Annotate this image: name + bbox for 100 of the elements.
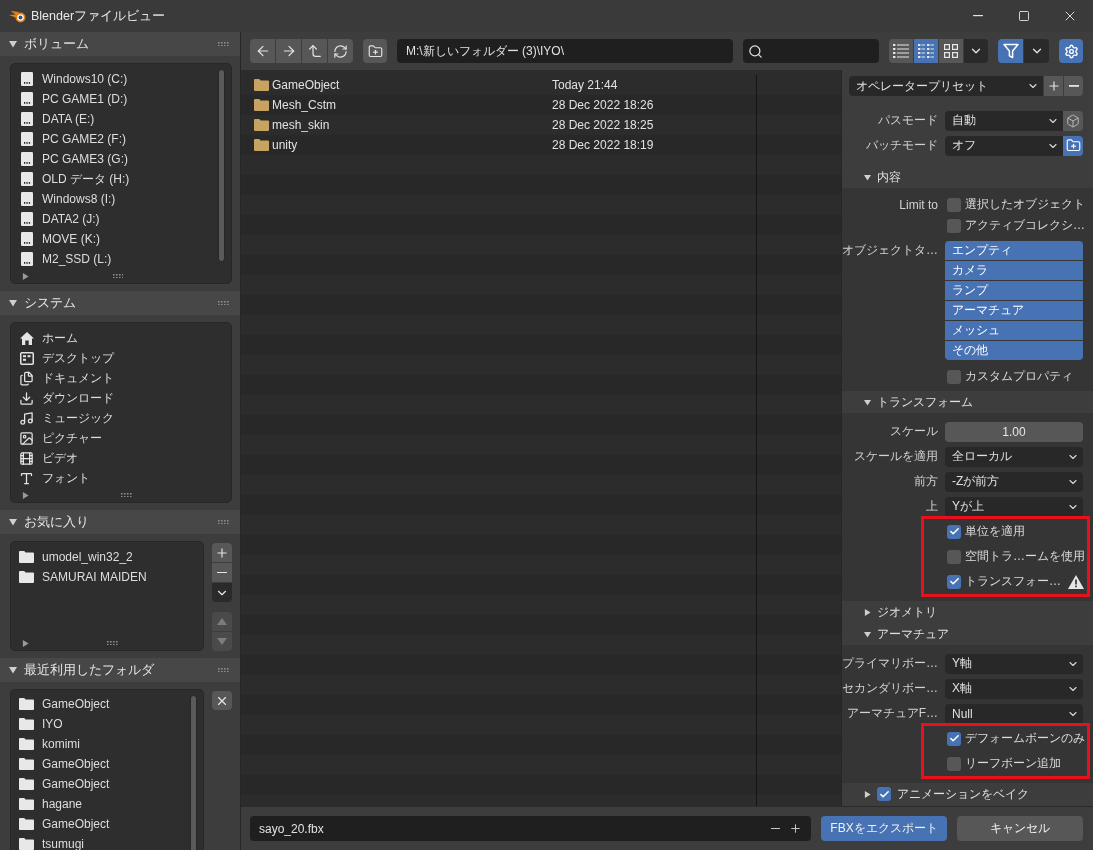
clear-button[interactable] [212,691,232,710]
checkbox[interactable] [947,549,961,564]
remove-preset-button[interactable] [1064,76,1083,96]
section-header[interactable]: 最近利用したフォルダ [0,658,240,682]
plus-icon[interactable] [789,822,802,835]
refresh-button[interactable] [328,39,353,63]
volume-name[interactable]: Windows8 (I:) [42,192,116,206]
dropdown[interactable]: Y軸 [945,653,1083,674]
checkbox-label[interactable]: 空間トラ…ームを使用 [965,548,1085,565]
view-mode-button[interactable] [889,39,913,63]
disclosure-triangle-icon[interactable] [9,299,17,307]
forward-button[interactable] [276,39,301,63]
file-name[interactable]: Mesh_Cstm [272,98,552,112]
new-folder-button[interactable] [363,39,387,63]
dropdown[interactable]: 自動 [945,110,1063,131]
parent-folder-button[interactable] [302,39,327,63]
grip-icon[interactable] [218,300,229,306]
dropdown[interactable]: 全ローカル [945,446,1083,467]
scrollbar[interactable] [218,69,225,262]
place-name[interactable]: ビデオ [42,449,78,467]
bookmark-name[interactable]: umodel_win32_2 [42,550,133,564]
number-field[interactable]: 1.00 [945,421,1083,442]
disclosure-triangle-icon[interactable] [864,398,871,406]
view-mode-button[interactable] [914,39,938,63]
volume-name[interactable]: OLD データ (H:) [42,170,130,188]
checkbox[interactable] [947,731,961,746]
disclosure-triangle-icon[interactable] [864,630,871,638]
settings-button[interactable] [1059,39,1083,63]
recent-folder-name[interactable]: GameObject [42,697,110,711]
disclosure-triangle-icon[interactable] [864,790,871,798]
place-name[interactable]: ミュージック [42,409,114,427]
grip-icon[interactable] [121,492,132,498]
add-button[interactable] [212,543,232,562]
checkbox-label[interactable]: カスタムプロパティ [965,368,1073,385]
checkbox-label[interactable]: デフォームボーンのみ [965,730,1085,747]
volume-name[interactable]: PC GAME2 (F:) [42,132,126,146]
disclosure-triangle-icon[interactable] [22,272,29,280]
grip-icon[interactable] [218,519,229,525]
object-type-toggle[interactable]: メッシュ [945,321,1083,340]
disclosure-triangle-icon[interactable] [9,40,17,48]
path-field[interactable]: M:\新しいフォルダー (3)\IYO\ [397,39,733,63]
checkbox-label[interactable]: トランスフォー… [965,573,1061,590]
volume-name[interactable]: DATA2 (J:) [42,212,100,226]
checkbox-label[interactable]: 単位を適用 [965,523,1025,540]
dropdown[interactable]: Yが上 [945,496,1083,517]
remove-button[interactable] [212,563,232,582]
minus-icon[interactable] [771,827,780,830]
disclosure-triangle-icon[interactable] [9,518,17,526]
file-name[interactable]: mesh_skin [272,118,552,132]
place-name[interactable]: デスクトップ [42,349,114,367]
filename-field[interactable]: sayo_20.fbx [250,816,811,841]
grip-icon[interactable] [218,667,229,673]
checkbox[interactable] [947,369,961,384]
checkbox[interactable] [947,574,961,589]
dropdown-button[interactable] [964,39,988,63]
back-button[interactable] [250,39,275,63]
place-name[interactable]: フォント [42,469,90,487]
grip-icon[interactable] [112,273,124,279]
volume-name[interactable]: DATA (E:) [42,112,95,126]
checkbox[interactable] [947,218,961,233]
volume-name[interactable]: Windows10 (C:) [42,72,128,86]
dropdown[interactable]: オフ [945,135,1063,156]
volume-name[interactable]: M2_SSD (L:) [42,252,112,266]
disclosure-triangle-icon[interactable] [864,173,871,181]
object-type-toggle[interactable]: カメラ [945,261,1083,280]
recent-folder-name[interactable]: GameObject [42,757,110,771]
checkbox[interactable] [877,787,891,801]
checkbox[interactable] [947,756,961,771]
checkbox[interactable] [947,197,961,212]
grip-icon[interactable] [107,640,118,646]
volume-name[interactable]: PC GAME1 (D:) [42,92,128,106]
checkbox-label[interactable]: リーフボーン追加 [965,755,1061,772]
object-type-toggle[interactable]: エンプティ [945,241,1083,260]
export-button[interactable]: FBXをエクスポート [821,816,947,841]
recent-folder-name[interactable]: GameObject [42,817,110,831]
object-type-toggle[interactable]: アーマチュア [945,301,1083,320]
dropdown[interactable]: X軸 [945,678,1083,699]
menu-button[interactable] [212,583,232,602]
file-name[interactable]: GameObject [272,78,552,92]
filter-button[interactable] [998,39,1023,63]
recent-folder-name[interactable]: IYO [42,717,63,731]
bookmark-name[interactable]: SAMURAI MAIDEN [42,570,147,584]
dropdown[interactable]: -Zが前方 [945,471,1083,492]
scrollbar[interactable] [190,695,197,850]
cancel-button[interactable]: キャンセル [957,816,1083,841]
grip-icon[interactable] [218,41,229,47]
checkbox[interactable] [947,524,961,539]
search-field[interactable] [743,39,879,63]
section-header[interactable]: システム [0,291,240,315]
recent-folder-name[interactable]: komimi [42,737,80,751]
checkbox-label[interactable]: 選択したオブジェクト [965,196,1085,213]
recent-folder-name[interactable]: hagane [42,797,83,811]
preset-dropdown[interactable]: オペレータープリセット [849,76,1043,96]
place-name[interactable]: ドキュメント [42,369,114,387]
object-type-toggle[interactable]: その他 [945,341,1083,360]
checkbox-label[interactable]: アクティブコレクシ… [965,217,1085,234]
disclosure-triangle-icon[interactable] [864,608,871,616]
section-header[interactable]: お気に入り [0,510,240,534]
object-type-toggle[interactable]: ランプ [945,281,1083,300]
disclosure-triangle-icon[interactable] [22,491,29,499]
